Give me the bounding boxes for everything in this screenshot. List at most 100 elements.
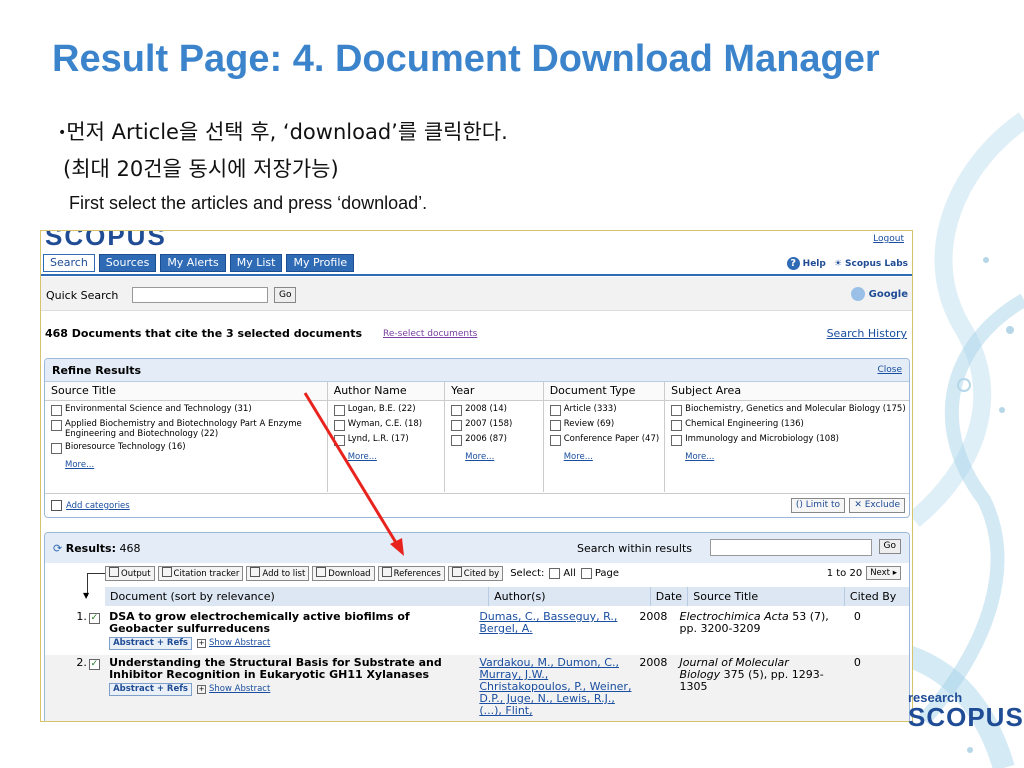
quick-search-input[interactable]	[132, 287, 268, 303]
add-to-list-icon	[250, 566, 261, 577]
authors-link[interactable]: Vardakou, M., Dumon, C., Murray, J.W., C…	[474, 655, 634, 721]
facet-more-link[interactable]: More...	[445, 452, 543, 462]
facet-item[interactable]: Chemical Engineering (136)	[665, 419, 909, 431]
facet-item[interactable]: Lynd, L.R. (17)	[328, 434, 444, 446]
facet-item[interactable]: Article (333)	[544, 404, 664, 416]
column-document[interactable]: Document (sort by relevance)	[105, 587, 490, 606]
select-all-option[interactable]: All	[549, 567, 576, 579]
checkbox[interactable]	[51, 443, 62, 454]
abstract-refs-button[interactable]: Abstract + Refs	[109, 683, 192, 696]
row-checkbox[interactable]: ✓	[88, 659, 100, 670]
google-link[interactable]: Google	[850, 287, 908, 301]
expand-icon[interactable]: +	[197, 639, 206, 648]
checkbox[interactable]	[549, 405, 561, 416]
authors-link[interactable]: Dumas, C., Basseguy, R., Bergel, A.	[474, 609, 634, 653]
show-abstract-link[interactable]: Show Abstract	[209, 638, 270, 648]
checkbox[interactable]	[451, 420, 463, 431]
help-label: Help	[802, 259, 826, 269]
checkbox[interactable]	[549, 420, 561, 431]
column-date[interactable]: Date	[651, 587, 689, 606]
column-source-title[interactable]: Source Title	[688, 587, 845, 606]
facet-label: Environmental Science and Technology (31…	[65, 404, 252, 414]
help-link[interactable]: ? Help	[786, 257, 826, 270]
tab-search[interactable]: Search	[43, 254, 95, 272]
page-range: 1 to 20	[826, 567, 863, 579]
document-title-link[interactable]: Understanding the Structural Basis for S…	[109, 657, 474, 681]
facet-item[interactable]: 2006 (87)	[445, 434, 543, 446]
checkbox[interactable]	[51, 420, 62, 431]
cited-by-button[interactable]: Cited by	[447, 565, 504, 581]
facet-more-link[interactable]: More...	[665, 452, 909, 462]
row-checkbox[interactable]: ✓	[88, 613, 100, 624]
column-authors[interactable]: Author(s)	[489, 587, 651, 606]
scopus-labs-link[interactable]: ☀ Scopus Labs	[834, 259, 908, 269]
refine-close-link[interactable]: Close	[877, 365, 902, 375]
checkbox[interactable]	[451, 435, 463, 446]
checkbox[interactable]	[549, 435, 561, 446]
scopus-brand-text: SCOPUS	[908, 702, 1024, 732]
limit-to-button[interactable]: () Limit to	[790, 498, 845, 513]
checkbox[interactable]	[671, 420, 683, 431]
checkbox[interactable]	[451, 405, 463, 416]
tab-my-profile[interactable]: My Profile	[286, 254, 355, 272]
checkbox[interactable]	[580, 568, 592, 579]
results-header: ⟳ Results: 468 Search within results Go	[45, 533, 909, 563]
down-arrow-icon: ▼	[83, 591, 90, 600]
next-button[interactable]: Next ▸	[866, 566, 901, 580]
lightbulb-icon: ☀	[833, 258, 842, 269]
citation-tracker-button[interactable]: Citation tracker	[157, 565, 244, 581]
checkbox[interactable]	[549, 568, 561, 579]
cited-by-label: Cited by	[463, 568, 500, 579]
facet-more-link[interactable]: More...	[328, 452, 444, 462]
add-categories-link[interactable]: Add categories	[51, 500, 130, 511]
year-cell: 2008	[639, 610, 668, 623]
facet-item[interactable]: 2007 (158)	[445, 419, 543, 431]
checkbox[interactable]	[671, 405, 683, 416]
tab-my-alerts[interactable]: My Alerts	[160, 254, 226, 272]
tab-sources[interactable]: Sources	[98, 254, 157, 272]
select-page-option[interactable]: Page	[580, 567, 619, 579]
facet-label: Immunology and Microbiology (108)	[685, 434, 839, 444]
search-history-link[interactable]: Search History	[827, 327, 907, 340]
facet-item[interactable]: Logan, B.E. (22)	[328, 404, 444, 416]
facet-label: Lynd, L.R. (17)	[347, 434, 409, 444]
facet-item[interactable]: Environmental Science and Technology (31…	[45, 404, 327, 416]
facet-item[interactable]: Bioresource Technology (16)	[45, 442, 327, 454]
quick-search-go-button[interactable]: Go	[274, 287, 297, 303]
next-label: Next	[870, 568, 891, 578]
facet-item[interactable]: Conference Paper (47)	[544, 434, 664, 446]
facet-item[interactable]: Biochemistry, Genetics and Molecular Bio…	[665, 404, 909, 416]
facet-more-link[interactable]: More...	[45, 460, 327, 470]
download-button[interactable]: Download	[312, 565, 375, 581]
facet-item[interactable]: 2008 (14)	[445, 404, 543, 416]
column-cited-by[interactable]: Cited By	[845, 587, 909, 606]
logout-link[interactable]: Logout	[873, 234, 904, 244]
checkbox[interactable]	[51, 405, 62, 416]
bullet-dot: •	[58, 125, 67, 141]
search-within-label: Search within results	[577, 542, 693, 555]
references-button[interactable]: References	[377, 565, 445, 581]
checkbox[interactable]	[333, 420, 345, 431]
checkbox[interactable]	[671, 435, 683, 446]
cited-count: 0	[853, 656, 861, 669]
checkbox[interactable]	[333, 435, 345, 446]
cited-count: 0	[853, 610, 861, 623]
checkbox[interactable]	[333, 405, 345, 416]
tab-my-list[interactable]: My List	[229, 254, 283, 272]
reselect-documents-link[interactable]: Re-select documents	[383, 329, 477, 339]
exclude-button[interactable]: ✕ Exclude	[849, 498, 905, 513]
add-to-list-button[interactable]: Add to list	[246, 565, 310, 581]
facet-item[interactable]: Applied Biochemistry and Biotechnology P…	[45, 419, 327, 439]
facet-item[interactable]: Review (69)	[544, 419, 664, 431]
output-button[interactable]: Output	[105, 565, 155, 581]
bullet-text: •먼저 Article을 선택 후, ‘download’를 클릭한다.	[58, 116, 508, 146]
show-abstract-link[interactable]: Show Abstract	[209, 684, 270, 694]
expand-icon[interactable]: +	[197, 685, 206, 694]
document-title-link[interactable]: DSA to grow electrochemically active bio…	[109, 611, 474, 635]
facet-item[interactable]: Immunology and Microbiology (108)	[665, 434, 909, 446]
abstract-refs-button[interactable]: Abstract + Refs	[109, 637, 192, 650]
facet-item[interactable]: Wyman, C.E. (18)	[328, 419, 444, 431]
facet-more-link[interactable]: More...	[544, 452, 664, 462]
search-within-go-button[interactable]: Go	[878, 539, 901, 554]
search-within-input[interactable]	[710, 539, 872, 556]
